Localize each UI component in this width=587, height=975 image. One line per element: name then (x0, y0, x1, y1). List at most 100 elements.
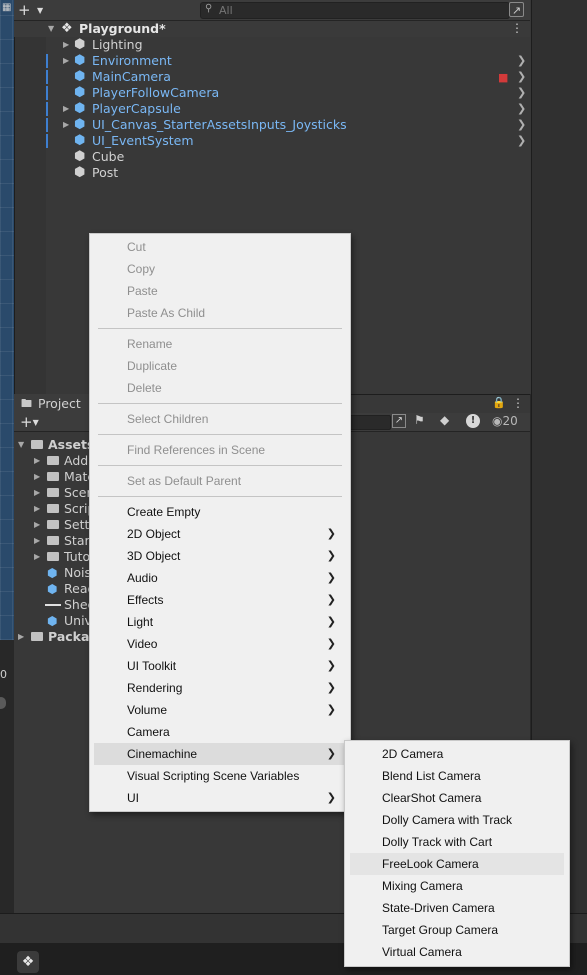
hierarchy-item-cube[interactable]: ⬢ Cube (0, 149, 530, 165)
hierarchy-item-environment[interactable]: ▶ ⬢ Environment ❯ (0, 53, 530, 69)
fold-closed-icon[interactable]: ▶ (34, 517, 40, 533)
hierarchy-item-playerfollowcamera[interactable]: ⬢ PlayerFollowCamera ❯ (0, 85, 530, 101)
scene-view-menu-icon[interactable]: ▦ (2, 2, 13, 17)
fold-closed-icon[interactable]: ▶ (63, 37, 69, 53)
menu-item-ui[interactable]: UI ❯ (90, 787, 350, 809)
hierarchy-item-maincamera[interactable]: ⬢ MainCamera ❯ ■ (0, 69, 530, 85)
project-tree-item[interactable]: ⬢ Noise (14, 565, 99, 581)
scene-row[interactable]: ▼ ❖ Playground* (14, 21, 530, 37)
gameobject-cube-icon: ⬢ (74, 37, 86, 52)
hierarchy-item-ui-canvas-starterassetsinputs-joysticks[interactable]: ▶ ⬢ UI_Canvas_StarterAssetsInputs_Joystick… (0, 117, 530, 133)
filter-by-type-icon[interactable]: ⚑ (414, 413, 425, 427)
tab-project[interactable]: 🖿 Project (14, 394, 89, 413)
project-tree-item[interactable]: ▶ Scer (14, 485, 94, 501)
project-tree-item[interactable]: ▼ Assets (14, 437, 94, 453)
submenu-item-target-group-camera[interactable]: Target Group Camera (345, 919, 569, 941)
menu-item-label: Video (127, 637, 158, 651)
fold-closed-icon[interactable]: ▶ (63, 53, 69, 69)
fold-open-icon[interactable]: ▼ (18, 437, 24, 453)
menu-item-video[interactable]: Video ❯ (90, 633, 350, 655)
menu-item-2d-object[interactable]: 2D Object ❯ (90, 523, 350, 545)
project-tree-item[interactable]: ▶ Mate (14, 469, 95, 485)
project-search-field[interactable] (345, 415, 391, 430)
hierarchy-item-post[interactable]: ⬢ Post (0, 165, 530, 181)
hidden-packages-toggle[interactable]: ◉20 (492, 414, 518, 428)
hierarchy-item-playercapsule[interactable]: ▶ ⬢ PlayerCapsule ❯ (0, 101, 530, 117)
menu-item-paste-as-child[interactable]: Paste As Child (90, 302, 350, 324)
project-tree-item[interactable]: ⬢ Univ (14, 613, 94, 629)
menu-item-rename[interactable]: Rename (90, 333, 350, 355)
submenu-item-dolly-track-with-cart[interactable]: Dolly Track with Cart (345, 831, 569, 853)
submenu-item-blend-list-camera[interactable]: Blend List Camera (345, 765, 569, 787)
menu-item-create-empty[interactable]: Create Empty (90, 501, 350, 523)
submenu-item-freelook-camera[interactable]: FreeLook Camera (350, 853, 564, 875)
project-tree-item[interactable]: ▶ Setti (14, 517, 94, 533)
menu-item-effects[interactable]: Effects ❯ (90, 589, 350, 611)
search-by-type-icon[interactable]: ↗ (392, 414, 406, 428)
project-tree-item[interactable]: ▶ Tuto (14, 549, 94, 565)
project-options-icon[interactable]: ⋮ (512, 396, 524, 410)
lock-icon[interactable]: 🔒 (492, 396, 506, 409)
scene-left-knob[interactable] (0, 697, 6, 709)
chevron-right-icon[interactable]: ❯ (517, 101, 526, 117)
prefab-cube-icon: ⬢ (74, 101, 86, 116)
menu-item-camera[interactable]: Camera (90, 721, 350, 743)
chevron-right-icon[interactable]: ❯ (517, 117, 526, 133)
menu-item-label: UI Toolkit (127, 659, 177, 673)
unity-logo-icon[interactable]: ❖ (17, 951, 39, 973)
submenu-item-clearshot-camera[interactable]: ClearShot Camera (345, 787, 569, 809)
submenu-item-2d-camera[interactable]: 2D Camera (345, 743, 569, 765)
gameobject-cube-icon: ⬢ (74, 149, 86, 164)
menu-item-rendering[interactable]: Rendering ❯ (90, 677, 350, 699)
project-tree-item[interactable]: ▶ Scrip (14, 501, 95, 517)
fold-closed-icon[interactable]: ▶ (63, 117, 69, 133)
hierarchy-search-input[interactable] (219, 3, 499, 18)
menu-item-volume[interactable]: Volume ❯ (90, 699, 350, 721)
fold-closed-icon[interactable]: ▶ (34, 469, 40, 485)
log-icon[interactable]: ! (466, 414, 480, 428)
project-tree-item[interactable]: ▶ Addi (14, 453, 94, 469)
menu-item-copy[interactable]: Copy (90, 258, 350, 280)
fold-closed-icon[interactable]: ▶ (34, 485, 40, 501)
menu-item-duplicate[interactable]: Duplicate (90, 355, 350, 377)
menu-item-paste[interactable]: Paste (90, 280, 350, 302)
menu-item-set-as-default-parent[interactable]: Set as Default Parent (90, 470, 350, 492)
menu-item-delete[interactable]: Delete (90, 377, 350, 399)
menu-item-ui-toolkit[interactable]: UI Toolkit ❯ (90, 655, 350, 677)
fold-closed-icon[interactable]: ▶ (63, 101, 69, 117)
project-tree-item[interactable]: ▶ Packag (14, 629, 98, 645)
hierarchy-search[interactable]: ⚲ (200, 2, 510, 19)
fold-closed-icon[interactable]: ▶ (34, 549, 40, 565)
create-dropdown-button[interactable]: + ▼ (18, 2, 48, 18)
project-tree-item[interactable]: Shee (14, 597, 95, 613)
fold-closed-icon[interactable]: ▶ (18, 629, 24, 645)
menu-item-cinemachine[interactable]: Cinemachine ❯ (94, 743, 346, 765)
project-create-button[interactable]: +▼ (20, 413, 39, 431)
filter-by-label-icon[interactable]: ◆ (440, 413, 449, 427)
menu-item-cut[interactable]: Cut (90, 236, 350, 258)
submenu-item-dolly-camera-with-track[interactable]: Dolly Camera with Track (345, 809, 569, 831)
fold-closed-icon[interactable]: ▶ (34, 501, 40, 517)
fold-closed-icon[interactable]: ▶ (34, 533, 40, 549)
menu-item-select-children[interactable]: Select Children (90, 408, 350, 430)
menu-item-audio[interactable]: Audio ❯ (90, 567, 350, 589)
project-tree-item[interactable]: ⬢ Read (14, 581, 95, 597)
menu-item-find-references-in-scene[interactable]: Find References in Scene (90, 439, 350, 461)
menu-item-visual-scripting-scene-variables[interactable]: Visual Scripting Scene Variables (90, 765, 350, 787)
submenu-item-state-driven-camera[interactable]: State-Driven Camera (345, 897, 569, 919)
menu-item-light[interactable]: Light ❯ (90, 611, 350, 633)
search-mode-button[interactable]: ↗ (509, 2, 524, 17)
submenu-item-virtual-camera[interactable]: Virtual Camera (345, 941, 569, 963)
chevron-right-icon[interactable]: ❯ (517, 53, 526, 69)
project-tree-item[interactable]: ▶ Start (14, 533, 95, 549)
chevron-right-icon[interactable]: ❯ (517, 133, 526, 149)
fold-closed-icon[interactable]: ▶ (34, 453, 40, 469)
prefab-cube-icon: ⬢ (74, 69, 86, 84)
menu-item-3d-object[interactable]: 3D Object ❯ (90, 545, 350, 567)
submenu-item-mixing-camera[interactable]: Mixing Camera (345, 875, 569, 897)
chevron-right-icon[interactable]: ❯ (517, 69, 526, 85)
chevron-right-icon[interactable]: ❯ (517, 85, 526, 101)
hierarchy-item-ui-eventsystem[interactable]: ⬢ UI_EventSystem ❯ (0, 133, 530, 149)
scene-options-icon[interactable]: ⋮ (511, 21, 523, 35)
hierarchy-item-lighting[interactable]: ▶ ⬢ Lighting (0, 37, 530, 53)
